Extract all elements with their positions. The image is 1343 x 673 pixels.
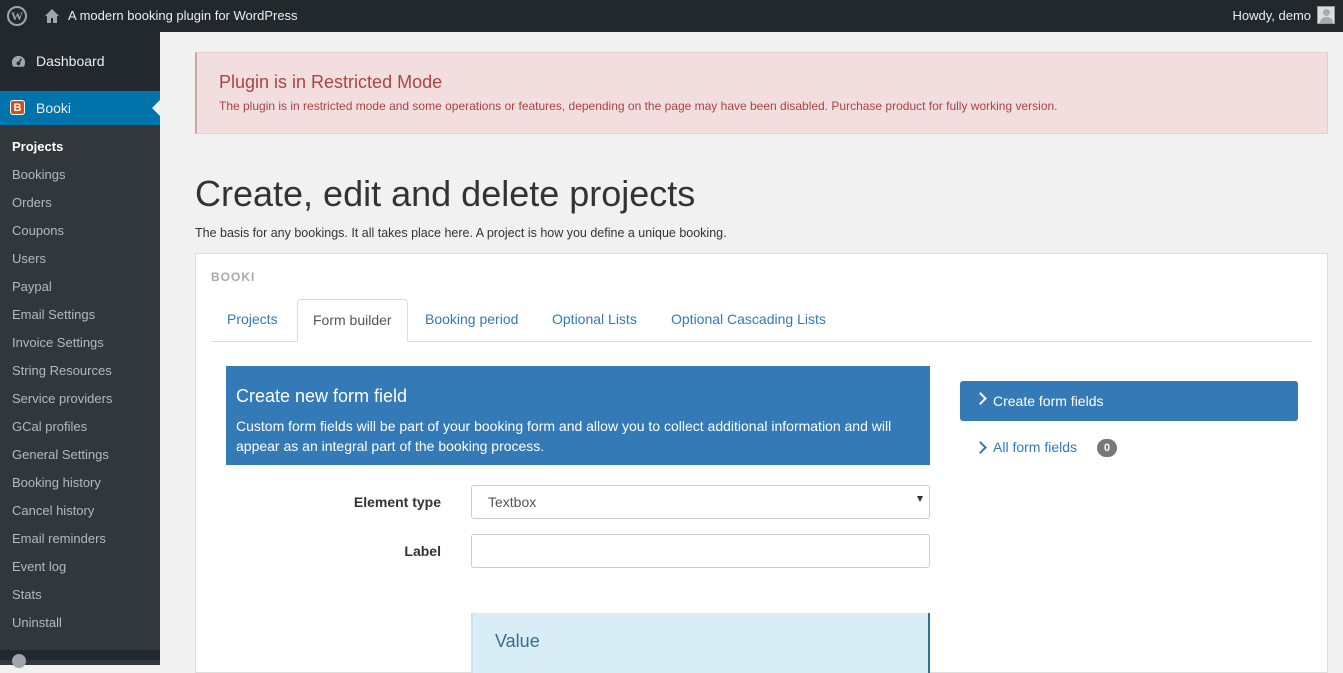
notice-title: Plugin is in Restricted Mode (219, 72, 443, 92)
tab-bar: Projects Form builder Booking period Opt… (211, 299, 1312, 342)
tab-booking-period[interactable]: Booking period (410, 299, 533, 340)
form-box-title: Create new form field (236, 386, 408, 406)
create-form-fields-button[interactable]: Create form fields (960, 381, 1298, 421)
submenu-item-service-providers[interactable]: Service providers (12, 391, 112, 406)
label-input[interactable] (471, 534, 930, 568)
submenu-item-uninstall[interactable]: Uninstall (12, 615, 62, 630)
all-form-fields-label: All form fields (993, 439, 1078, 455)
home-icon[interactable] (44, 8, 60, 24)
create-form-field-box: Create new form field Custom form fields… (226, 366, 930, 465)
value-section-title: Value (495, 631, 540, 651)
create-form-fields-label: Create form fields (993, 393, 1104, 409)
panel-heading: BOOKI (211, 270, 256, 284)
booki-logo-icon: B (10, 100, 25, 115)
booki-submenu: Projects Bookings Orders Coupons Users P… (0, 125, 160, 665)
element-type-value: Textbox (488, 494, 537, 510)
sidebar-item-booki[interactable]: B Booki (0, 91, 160, 125)
menu-icon (12, 654, 26, 668)
wordpress-logo-icon[interactable]: W (7, 6, 27, 26)
page-title: Create, edit and delete projects (195, 173, 696, 214)
chevron-right-icon (974, 441, 987, 454)
booki-panel: BOOKI Projects Form builder Booking peri… (195, 253, 1328, 673)
submenu-item-coupons[interactable]: Coupons (12, 223, 64, 238)
tab-optional-cascading-lists[interactable]: Optional Cascading Lists (656, 299, 841, 340)
form-box-description: Custom form fields will be part of your … (236, 418, 892, 454)
avatar[interactable] (1317, 6, 1335, 24)
submenu-item-users[interactable]: Users (12, 251, 46, 266)
tab-form-builder[interactable]: Form builder (297, 299, 408, 342)
notice-text: The plugin is in restricted mode and som… (219, 99, 1058, 113)
submenu-item-general-settings[interactable]: General Settings (12, 447, 109, 462)
admin-bar: W A modern booking plugin for WordPress … (0, 0, 1343, 32)
submenu-item-email-settings[interactable]: Email Settings (12, 307, 95, 322)
page-intro: The basis for any bookings. It all takes… (195, 226, 727, 240)
count-badge: 0 (1097, 439, 1117, 457)
sidebar-item-label: Booki (36, 100, 72, 116)
admin-sidebar: Dashboard B Booki Projects Bookings Orde… (0, 32, 160, 668)
submenu-item-projects[interactable]: Projects (12, 139, 63, 154)
tab-projects[interactable]: Projects (212, 299, 293, 340)
howdy-user-link[interactable]: Howdy, demo (1232, 8, 1311, 23)
chevron-right-icon (974, 392, 987, 405)
tab-optional-lists[interactable]: Optional Lists (537, 299, 652, 340)
submenu-item-invoice-settings[interactable]: Invoice Settings (12, 335, 104, 350)
submenu-item-booking-history[interactable]: Booking history (12, 475, 101, 490)
submenu-item-gcal-profiles[interactable]: GCal profiles (12, 419, 87, 434)
value-section: Value (471, 613, 930, 673)
restricted-mode-notice: Plugin is in Restricted Mode The plugin … (195, 52, 1328, 134)
submenu-item-email-reminders[interactable]: Email reminders (12, 531, 106, 546)
label-field-label: Label (404, 543, 441, 559)
sidebar-item-next[interactable] (0, 650, 160, 668)
site-title-link[interactable]: A modern booking plugin for WordPress (68, 8, 298, 23)
element-type-label: Element type (353, 494, 441, 510)
submenu-item-paypal[interactable]: Paypal (12, 279, 52, 294)
dashboard-gauge-icon (11, 55, 26, 67)
submenu-item-cancel-history[interactable]: Cancel history (12, 503, 94, 518)
submenu-item-event-log[interactable]: Event log (12, 559, 66, 574)
submenu-item-orders[interactable]: Orders (12, 195, 52, 210)
sidebar-item-dashboard[interactable]: Dashboard (0, 44, 160, 78)
submenu-item-stats[interactable]: Stats (12, 587, 42, 602)
submenu-item-string-resources[interactable]: String Resources (12, 363, 112, 378)
submenu-item-bookings[interactable]: Bookings (12, 167, 65, 182)
sidebar-item-label: Dashboard (36, 53, 105, 69)
chevron-down-icon (917, 496, 923, 502)
element-type-select[interactable]: Textbox (471, 485, 930, 519)
